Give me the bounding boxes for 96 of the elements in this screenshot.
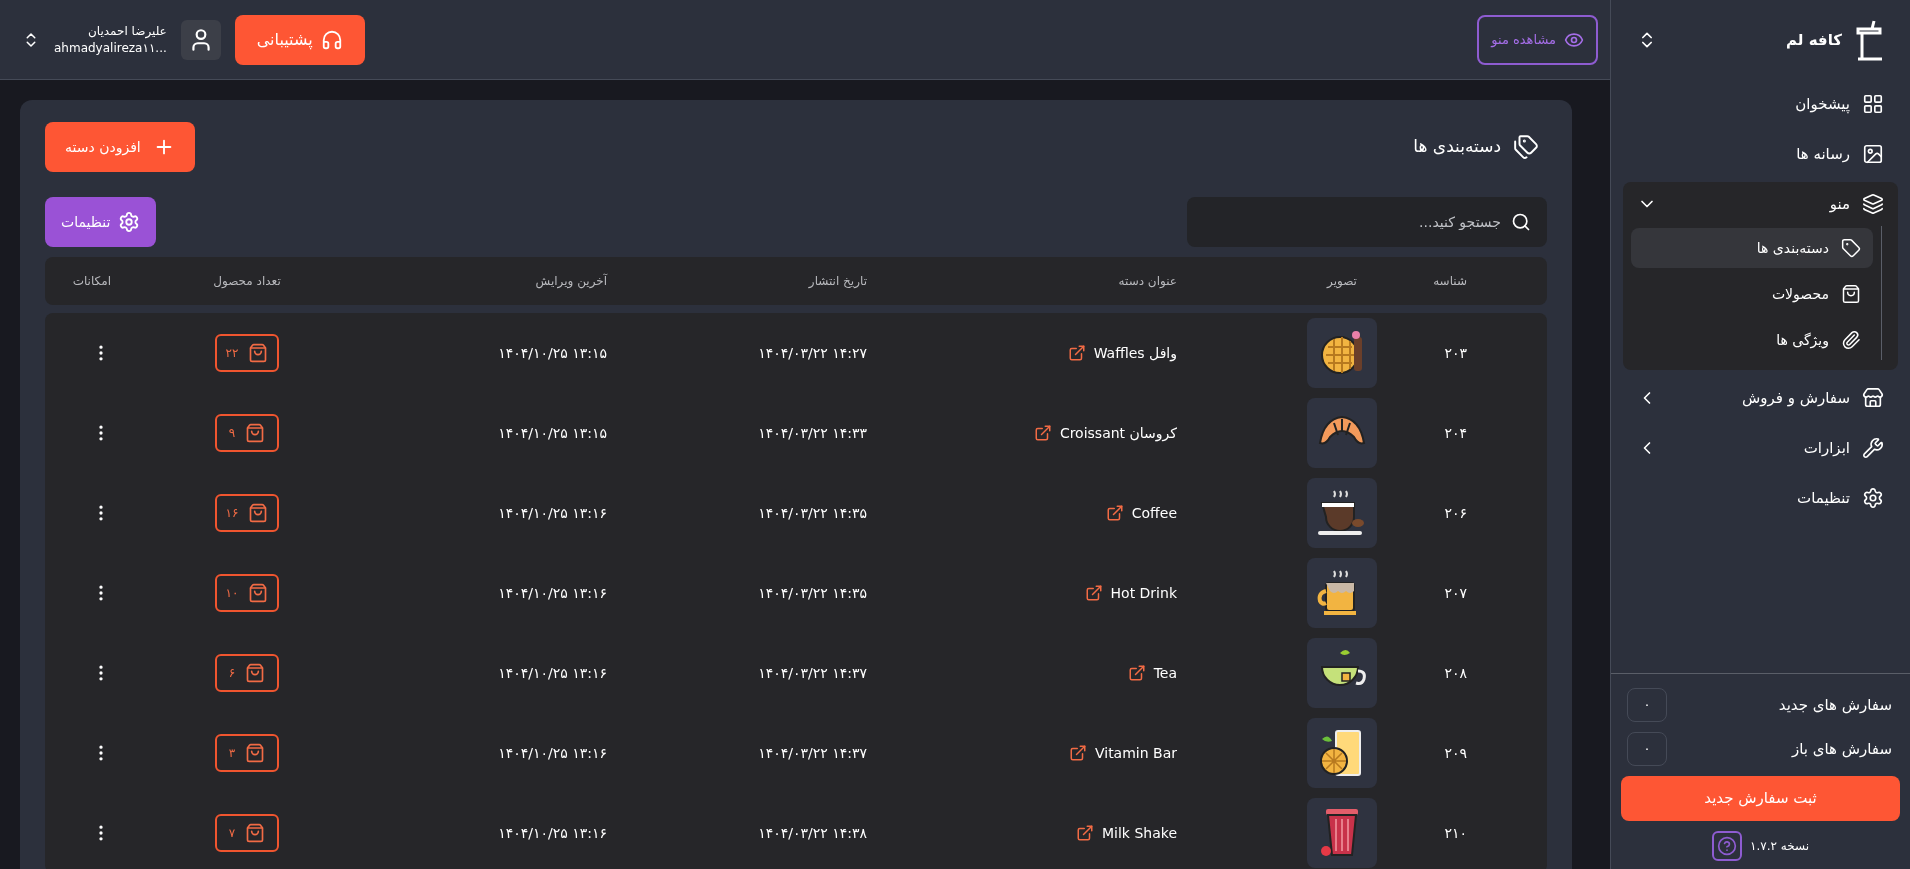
id-cell-text: ۲۰۷ [1444, 583, 1467, 603]
counter-value: ۰ [1627, 688, 1667, 722]
sidebar-item[interactable]: سفارش و فروش [1623, 376, 1898, 420]
category-title: Tea [1153, 663, 1177, 683]
product-count-badge[interactable]: ۶ [215, 654, 279, 692]
category-title: Coffee [1131, 503, 1177, 523]
edited-date: ۱۴۰۴/۱۰/۲۵ ۱۳:۱۵ [498, 423, 607, 443]
category-title: کروسان Croissant [1059, 423, 1177, 444]
shopping-bag-icon [245, 423, 266, 443]
shopping-bag-icon [245, 663, 266, 683]
sidebar-item[interactable]: رسانه ها [1623, 132, 1898, 176]
support-button[interactable]: پشتیبانی [234, 14, 365, 65]
sidebar-item[interactable]: ابزارات [1623, 426, 1898, 470]
category-title: Milk Shake [1102, 823, 1177, 843]
settings-icon [1862, 487, 1884, 509]
product-count-badge[interactable]: ۱۶ [215, 494, 279, 532]
settings-button[interactable]: تنظیمات [45, 197, 157, 247]
external-link-icon[interactable] [1127, 664, 1146, 682]
product-count-badge[interactable]: ۲۲ [215, 334, 279, 372]
column-header: آخرین ویرایش [535, 272, 607, 290]
edited-date: ۱۴۰۴/۱۰/۲۵ ۱۳:۱۵ [498, 343, 607, 363]
id-cell-text: ۲۰۴ [1444, 423, 1467, 443]
id-cell-text: ۲۰۶ [1444, 503, 1467, 523]
store-icon [1862, 387, 1884, 409]
new-order-button[interactable]: ثبت سفارش جدید [1621, 776, 1900, 821]
published-date: ۱۴۰۴/۰۳/۲۲ ۱۴:۳۸ [758, 823, 867, 843]
published-date: ۱۴۰۴/۰۳/۲۲ ۱۴:۲۷ [758, 343, 867, 363]
id-cell-text: ۲۰۳ [1444, 343, 1467, 363]
column-header: تعداد محصول [213, 273, 281, 290]
cafe-logo-icon [1854, 19, 1884, 61]
submenu-item[interactable]: دسته‌بندی ها [1631, 228, 1873, 268]
external-link-icon[interactable] [1068, 744, 1087, 762]
submenu-item[interactable]: محصولات [1631, 274, 1873, 314]
add-category-button[interactable]: افزودن دسته [45, 122, 195, 172]
tags-icon [1513, 134, 1539, 160]
user-name: علیرضا احمدیان [87, 22, 167, 40]
edited-date: ۱۴۰۴/۱۰/۲۵ ۱۳:۱۶ [498, 663, 607, 683]
product-count-badge[interactable]: ۱۰ [215, 574, 279, 612]
category-title: Vitamin Bar [1094, 743, 1177, 763]
shopping-bag-icon [248, 583, 269, 603]
search-icon [1511, 212, 1531, 232]
counter-value: ۰ [1627, 732, 1667, 766]
column-header: امکانات [72, 273, 111, 290]
image-icon [1862, 143, 1884, 165]
shopping-bag-icon [248, 503, 269, 523]
user-username: ahmadyalireza۱۱... [54, 39, 167, 57]
external-link-icon[interactable] [1067, 344, 1086, 362]
shopping-bag-icon [245, 743, 266, 763]
view-menu-button[interactable]: مشاهده منو [1477, 14, 1598, 65]
published-date: ۱۴۰۴/۰۳/۲۲ ۱۴:۳۷ [758, 743, 867, 763]
edited-date: ۱۴۰۴/۱۰/۲۵ ۱۳:۱۶ [498, 823, 607, 843]
counter-label: سفارش های جدید [1778, 694, 1892, 716]
sidebar-item[interactable]: تنظیمات [1623, 476, 1898, 520]
published-date: ۱۴۰۴/۰۳/۲۲ ۱۴:۳۳ [758, 423, 867, 443]
category-title: Hot Drink [1110, 583, 1177, 603]
id-cell-text: ۲۰۹ [1444, 743, 1467, 763]
paperclip-icon [1841, 330, 1861, 350]
product-count-badge[interactable]: ۷ [215, 814, 279, 852]
layers-icon [1862, 193, 1884, 215]
edited-date: ۱۴۰۴/۱۰/۲۵ ۱۳:۱۶ [498, 743, 607, 763]
search-field[interactable]: جستجو کنید... [1187, 197, 1547, 247]
product-count-badge[interactable]: ۹ [215, 414, 279, 452]
dashboard-grid-icon [1862, 93, 1884, 115]
sidebar-item[interactable]: منو [1623, 182, 1898, 226]
tag-icon [1841, 238, 1861, 258]
published-date: ۱۴۰۴/۰۳/۲۲ ۱۴:۳۷ [758, 663, 867, 683]
column-header: تاریخ انتشار [808, 273, 867, 290]
edited-date: ۱۴۰۴/۱۰/۲۵ ۱۳:۱۶ [498, 583, 607, 603]
edited-date: ۱۴۰۴/۱۰/۲۵ ۱۳:۱۶ [498, 503, 607, 523]
id-cell-text: ۲۰۸ [1444, 663, 1467, 683]
published-date: ۱۴۰۴/۰۳/۲۲ ۱۴:۳۵ [758, 503, 867, 523]
sidebar-item[interactable]: پیشخوان [1623, 82, 1898, 126]
help-button[interactable] [1712, 831, 1742, 861]
help-icon [1717, 836, 1737, 856]
version-text: نسخه ۱.۷.۲ [1750, 838, 1809, 855]
page-title: دسته‌بندی ها [1413, 135, 1501, 159]
column-header: شناسه [1433, 273, 1467, 290]
settings-icon [118, 211, 141, 233]
column-header: عنوان دسته [1118, 273, 1177, 290]
category-title: وافل Waffles [1093, 343, 1177, 364]
external-link-icon[interactable] [1033, 424, 1052, 442]
brand-name: کافه لم [1786, 29, 1842, 51]
counter-label: سفارش های باز [1791, 738, 1892, 760]
external-link-icon[interactable] [1076, 824, 1094, 842]
shopping-bag-icon [1841, 284, 1861, 304]
submenu-item[interactable]: ویژگی ها [1631, 320, 1873, 360]
id-cell-text: ۲۱۰ [1444, 823, 1467, 843]
headphones-icon [320, 28, 343, 51]
external-link-icon[interactable] [1084, 584, 1103, 602]
column-header: تصویر [1327, 273, 1357, 290]
shopping-bag-icon [248, 343, 269, 363]
external-link-icon[interactable] [1105, 504, 1124, 522]
wrench-icon [1862, 437, 1884, 459]
shopping-bag-icon [245, 823, 266, 843]
published-date: ۱۴۰۴/۰۳/۲۲ ۱۴:۳۵ [758, 583, 867, 603]
product-count-badge[interactable]: ۳ [215, 734, 279, 772]
